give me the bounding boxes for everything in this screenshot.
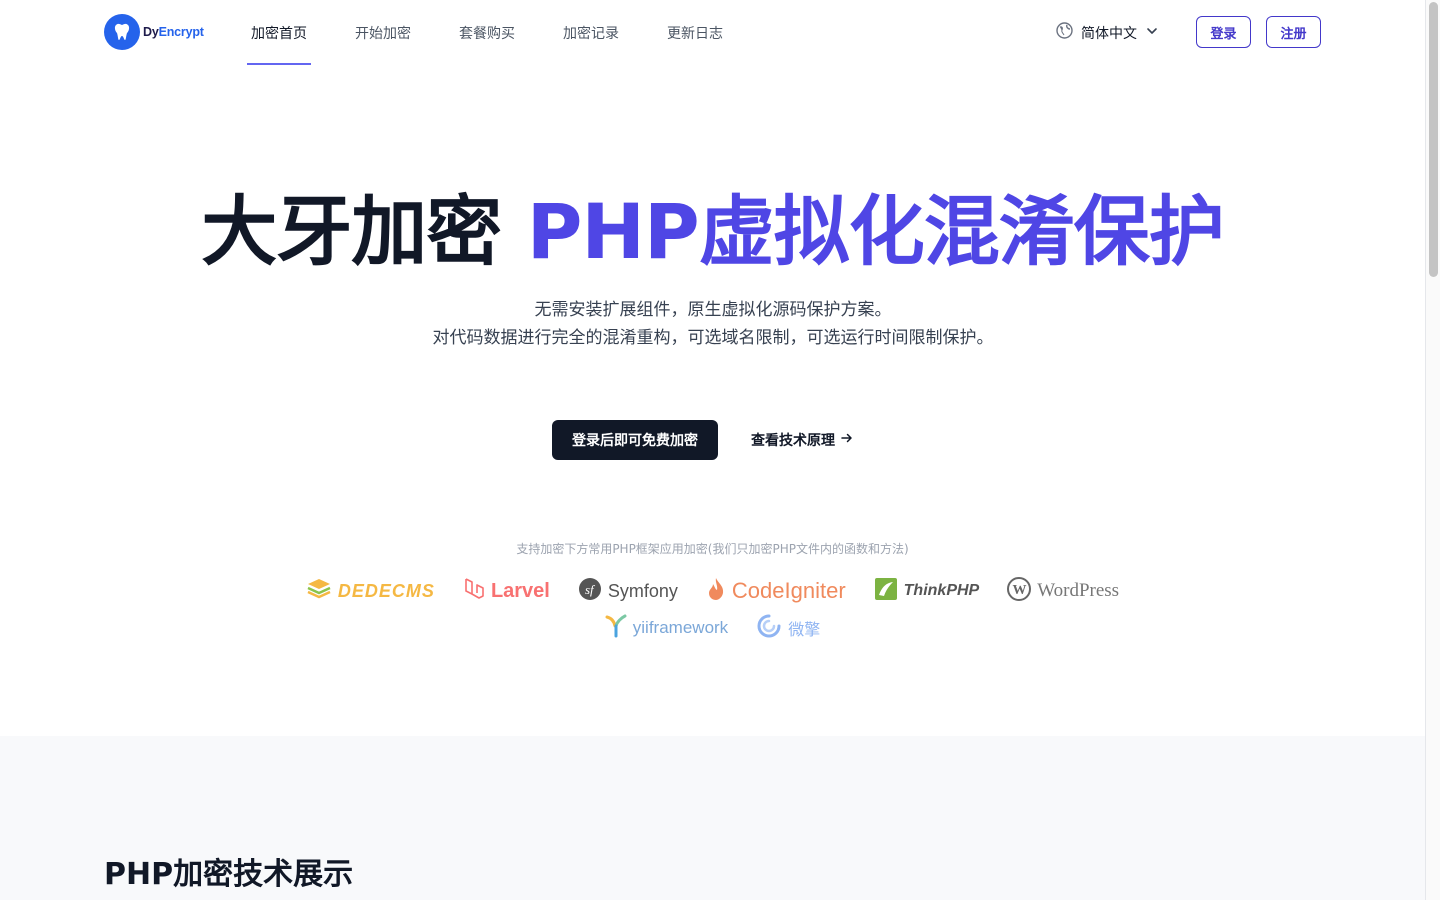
yii-logo-icon xyxy=(605,613,627,643)
tech-principle-link[interactable]: 查看技术原理 xyxy=(751,430,853,450)
framework-name: 微擎 xyxy=(788,622,821,639)
framework-name: WordPress xyxy=(1037,580,1120,601)
framework-name: yiiframework xyxy=(632,618,729,637)
framework-yii: yiiframework xyxy=(605,612,728,644)
dedecms-logo-icon xyxy=(306,577,332,605)
language-label: 简体中文 xyxy=(1081,25,1137,42)
weiqing-logo-icon xyxy=(756,613,782,643)
framework-name: ThinkPHP xyxy=(903,582,980,599)
framework-symfony: sf Symfony xyxy=(578,575,678,607)
tech-showcase-section: PHP加密技术展示 xyxy=(0,736,1425,900)
framework-name: Larvel xyxy=(490,579,550,602)
nav-item-changelog[interactable]: 更新日志 xyxy=(663,0,727,65)
framework-wordpress: W WordPress xyxy=(1007,575,1119,607)
hero-subtitle-line1: 无需安装扩展组件，原生虚拟化源码保护方案。 xyxy=(534,300,892,320)
frameworks-row-2: yiiframework 微擎 xyxy=(0,612,1425,644)
page: DyEncrypt 加密首页 开始加密 套餐购买 加密记录 更新日志 简体中文 xyxy=(0,0,1425,900)
framework-dedecms: DEDECMS xyxy=(306,575,435,607)
thinkphp-logo-icon xyxy=(874,577,898,605)
hero-title: 大牙加密 PHP虚拟化混淆保护 xyxy=(0,186,1425,278)
codeigniter-flame-icon xyxy=(706,576,726,606)
nav-item-records[interactable]: 加密记录 xyxy=(559,0,623,65)
nav-item-start-encrypt[interactable]: 开始加密 xyxy=(351,0,415,65)
framework-name: CodeIgniter xyxy=(731,578,846,603)
scrollbar-thumb[interactable] xyxy=(1429,2,1438,277)
free-encrypt-button[interactable]: 登录后即可免费加密 xyxy=(552,420,718,460)
laravel-logo-icon xyxy=(463,576,485,606)
framework-name: DEDECMS xyxy=(337,580,435,601)
nav-item-home[interactable]: 加密首页 xyxy=(247,0,311,65)
top-header: DyEncrypt 加密首页 开始加密 套餐购买 加密记录 更新日志 简体中文 xyxy=(0,0,1425,65)
hero-subtitle-line2: 对代码数据进行完全的混淆重构，可选域名限制，可选运行时间限制保护。 xyxy=(432,328,994,348)
main-nav: 加密首页 开始加密 套餐购买 加密记录 更新日志 xyxy=(247,0,767,65)
tech-principle-label: 查看技术原理 xyxy=(751,433,835,449)
svg-text:W: W xyxy=(1013,583,1027,598)
brand-name-part1: Dy xyxy=(143,25,159,39)
framework-thinkphp: ThinkPHP xyxy=(874,575,980,607)
hero-title-brand: 大牙加密 xyxy=(201,187,502,276)
wordpress-logo-icon: W xyxy=(1007,577,1032,605)
brand-logo[interactable]: DyEncrypt xyxy=(104,14,204,50)
nav-item-plans[interactable]: 套餐购买 xyxy=(455,0,519,65)
framework-name: Symfony xyxy=(607,580,678,601)
hero-title-product: PHP虚拟化混淆保护 xyxy=(526,187,1225,276)
frameworks-caption: 支持加密下方常用PHP框架应用加密(我们只加密PHP文件内的函数和方法) xyxy=(516,542,909,556)
hero-cta-group: 登录后即可免费加密 查看技术原理 xyxy=(552,420,853,460)
brand-name-part2: Encrypt xyxy=(158,25,204,39)
arrow-right-icon xyxy=(841,432,853,448)
section-title: PHP加密技术展示 xyxy=(104,857,354,892)
globe-icon xyxy=(1056,22,1073,43)
register-button[interactable]: 注册 xyxy=(1266,16,1321,48)
tooth-icon xyxy=(104,14,140,50)
page-scrollbar[interactable] xyxy=(1425,0,1440,900)
frameworks-row-1: DEDECMS Larvel sf Symfony CodeIgniter Th… xyxy=(0,575,1425,607)
login-button[interactable]: 登录 xyxy=(1196,16,1251,48)
language-selector[interactable]: 简体中文 xyxy=(1056,22,1159,43)
hero-subtitle: 无需安装扩展组件，原生虚拟化源码保护方案。 对代码数据进行完全的混淆重构，可选域… xyxy=(428,296,998,352)
chevron-down-icon xyxy=(1145,24,1159,42)
symfony-logo-icon: sf xyxy=(578,577,602,605)
framework-larvel: Larvel xyxy=(463,575,550,607)
brand-name: DyEncrypt xyxy=(143,25,204,39)
framework-codeigniter: CodeIgniter xyxy=(706,575,846,607)
framework-weiqing: 微擎 xyxy=(756,612,820,644)
